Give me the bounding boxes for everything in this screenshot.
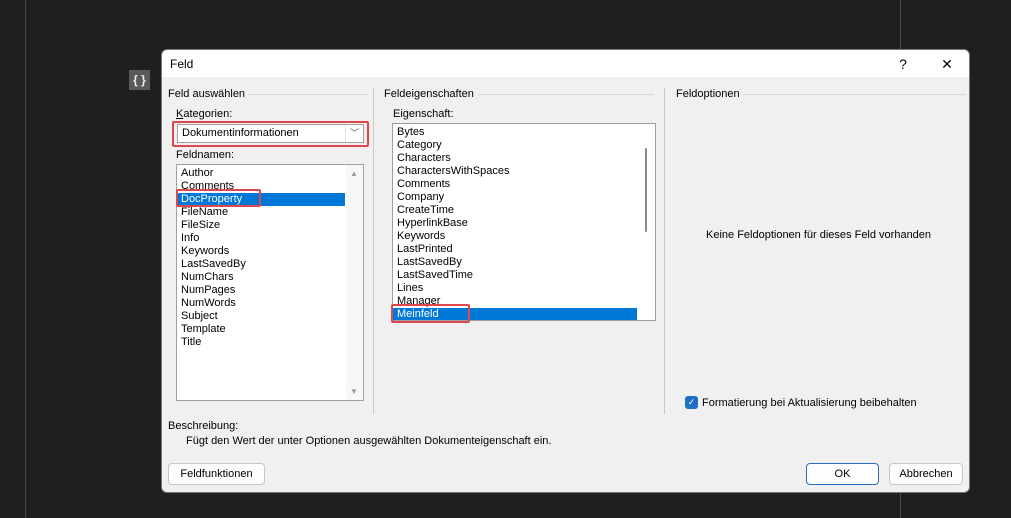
list-item[interactable]: DocProperty	[177, 193, 345, 206]
description-label: Beschreibung:	[168, 420, 239, 432]
list-item[interactable]: NumWords	[177, 297, 345, 310]
field-code-marker: { }	[129, 70, 150, 90]
ok-button[interactable]: OK	[806, 463, 879, 485]
preserve-format-label[interactable]: Formatierung bei Aktualisierung beibehal…	[702, 397, 917, 409]
list-item[interactable]: Keywords	[177, 245, 345, 258]
field-dialog: Feld ? ✕ Feld auswählen Kategorien: Doku…	[161, 49, 970, 493]
list-item[interactable]: Title	[177, 336, 345, 349]
list-item[interactable]: LastSavedTime	[393, 269, 637, 282]
scrollbar[interactable]	[638, 124, 655, 320]
categories-label-text: ategorien:	[183, 108, 233, 120]
list-item[interactable]: Meinfeld	[393, 308, 637, 320]
column-separator	[373, 88, 374, 414]
checkmark-icon: ✓	[687, 397, 696, 407]
list-item[interactable]: NumPages	[177, 284, 345, 297]
list-item[interactable]: HyperlinkBase	[393, 217, 637, 230]
list-item[interactable]: Comments	[393, 178, 637, 191]
help-button[interactable]: ?	[888, 53, 918, 75]
list-item[interactable]: Bytes	[393, 126, 637, 139]
list-item[interactable]: LastSavedBy	[393, 256, 637, 269]
scroll-down-icon[interactable]: ▼	[350, 387, 358, 396]
categories-label: Kategorien:	[176, 108, 233, 120]
list-item[interactable]: Manager	[393, 295, 637, 308]
chevron-down-icon[interactable]: ﹀	[345, 125, 363, 142]
scroll-up-icon[interactable]: ▲	[350, 169, 358, 178]
list-item[interactable]: Author	[177, 167, 345, 180]
list-item[interactable]: NumChars	[177, 271, 345, 284]
options-group-label: Feldoptionen	[676, 88, 744, 100]
fieldnames-list[interactable]: Author Comments DocProperty FileName FileSiz…	[176, 164, 364, 401]
list-item[interactable]: FileName	[177, 206, 345, 219]
scrollbar[interactable]: ▲ ▼	[346, 165, 363, 400]
page-edge-left	[25, 0, 26, 518]
list-item[interactable]: LastPrinted	[393, 243, 637, 256]
properties-group-label: Feldeigenschaften	[384, 88, 478, 100]
list-item[interactable]: Comments	[177, 180, 345, 193]
list-item[interactable]: Subject	[177, 310, 345, 323]
list-item[interactable]: LastSavedBy	[177, 258, 345, 271]
list-item[interactable]: Keywords	[393, 230, 637, 243]
list-item[interactable]: Category	[393, 139, 637, 152]
column-separator	[664, 88, 665, 414]
no-options-text: Keine Feldoptionen für dieses Feld vorha…	[706, 229, 932, 241]
list-item[interactable]: Info	[177, 232, 345, 245]
scrollbar-thumb[interactable]	[645, 148, 647, 232]
property-list[interactable]: Bytes Category Characters CharactersWithSpa…	[392, 123, 656, 321]
list-item[interactable]: Template	[177, 323, 345, 336]
select-group-label: Feld auswählen	[168, 88, 250, 100]
list-item[interactable]: FileSize	[177, 219, 345, 232]
title-bar: Feld ? ✕	[162, 50, 969, 77]
list-item[interactable]: CreateTime	[393, 204, 637, 217]
preserve-format-checkbox[interactable]: ✓	[685, 396, 698, 409]
dialog-title: Feld	[170, 57, 194, 71]
list-item[interactable]: Characters	[393, 152, 637, 165]
list-item[interactable]: Company	[393, 191, 637, 204]
list-item[interactable]: CharactersWithSpaces	[393, 165, 637, 178]
fieldnames-label: Feldnamen:	[176, 149, 235, 161]
description-text: Fügt den Wert der unter Optionen ausgewä…	[186, 435, 552, 447]
cancel-button[interactable]: Abbrechen	[889, 463, 963, 485]
list-item[interactable]: Lines	[393, 282, 637, 295]
close-button[interactable]: ✕	[932, 53, 962, 75]
property-label: Eigenschaft:	[393, 108, 454, 120]
categories-value: Dokumentinformationen	[182, 127, 299, 139]
categories-dropdown[interactable]: Dokumentinformationen ﹀	[177, 124, 364, 143]
field-codes-button[interactable]: Feldfunktionen	[168, 463, 265, 485]
